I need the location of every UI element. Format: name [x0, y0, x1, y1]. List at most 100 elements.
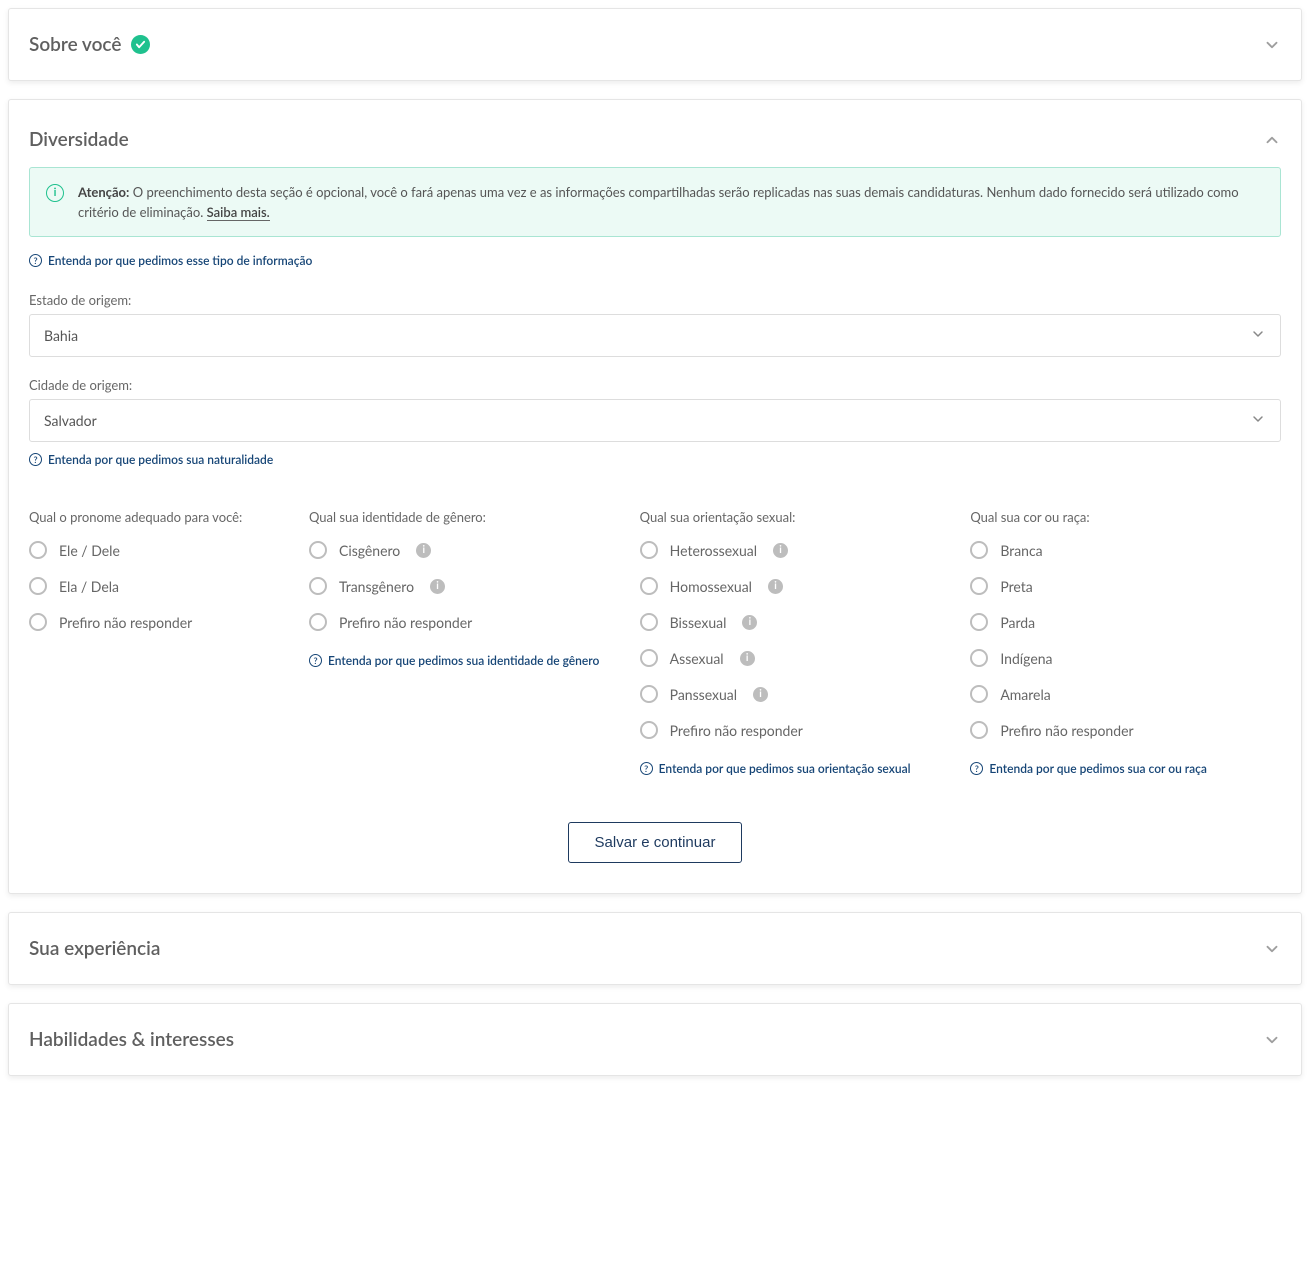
race-option[interactable]: Indígena — [970, 649, 1281, 667]
radio-icon — [970, 577, 988, 595]
tooltip-icon[interactable]: i — [430, 579, 445, 594]
info-icon: i — [46, 184, 64, 202]
info-alert-text: Atenção: O preenchimento desta seção é o… — [78, 182, 1264, 222]
info-alert-strong: Atenção: — [78, 184, 129, 200]
gender-option-label: Prefiro não responder — [339, 614, 472, 631]
learn-more-link[interactable]: Saiba mais. — [207, 204, 270, 221]
chevron-up-icon — [1263, 131, 1281, 149]
question-icon: ? — [29, 453, 42, 466]
radio-icon — [309, 541, 327, 559]
chevron-down-icon — [1263, 1031, 1281, 1049]
radio-icon — [309, 613, 327, 631]
orientation-option[interactable]: Bissexuali — [640, 613, 951, 631]
question-icon: ? — [640, 762, 653, 775]
race-option[interactable]: Branca — [970, 541, 1281, 559]
race-option[interactable]: Prefiro não responder — [970, 721, 1281, 739]
orientation-option[interactable]: Homossexual i — [640, 577, 951, 595]
tooltip-icon[interactable]: i — [416, 543, 431, 558]
radio-icon — [970, 649, 988, 667]
section-skills-header[interactable]: Habilidades & interesses — [9, 1004, 1301, 1075]
help-link-gender[interactable]: ? Entenda por que pedimos sua identidade… — [309, 653, 599, 668]
chevron-down-icon — [1263, 940, 1281, 958]
section-about-title: Sobre você — [29, 33, 150, 56]
pronoun-option[interactable]: Prefiro não responder — [29, 613, 289, 631]
orientation-option[interactable]: Prefiro não responder — [640, 721, 951, 739]
radio-icon — [970, 613, 988, 631]
race-group: Qual sua cor ou raça: Branca Preta Parda In… — [970, 509, 1281, 790]
section-experience: Sua experiência — [8, 912, 1302, 985]
question-icon: ? — [970, 762, 983, 775]
orientation-option-label: Assexual — [670, 650, 724, 667]
gender-option-label: Transgênero — [339, 578, 414, 595]
save-button[interactable]: Salvar e continuar — [568, 822, 743, 863]
check-icon — [131, 35, 150, 54]
section-skills: Habilidades & interesses — [8, 1003, 1302, 1076]
race-option-label: Preta — [1000, 578, 1032, 595]
radio-icon — [640, 649, 658, 667]
orientation-title: Qual sua orientação sexual: — [640, 509, 951, 525]
state-label: Estado de origem: — [29, 292, 1281, 308]
pronoun-group: Qual o pronome adequado para você: Ele /… — [29, 509, 289, 790]
chevron-down-icon — [1250, 411, 1266, 430]
tooltip-icon[interactable]: i — [742, 615, 757, 630]
gender-option-label: Cisgênero — [339, 542, 400, 559]
gender-option[interactable]: Prefiro não responder — [309, 613, 620, 631]
question-icon: ? — [29, 254, 42, 267]
help-link-info-type-text: Entenda por que pedimos esse tipo de inf… — [48, 253, 312, 268]
gender-group: Qual sua identidade de gênero: Cisgênero… — [309, 509, 620, 790]
info-alert: i Atenção: O preenchimento desta seção é… — [29, 167, 1281, 237]
section-about: Sobre você — [8, 8, 1302, 81]
gender-option[interactable]: Transgênero i — [309, 577, 620, 595]
help-link-race[interactable]: ? Entenda por que pedimos sua cor ou raç… — [970, 761, 1207, 776]
orientation-option[interactable]: Heterossexuali — [640, 541, 951, 559]
help-link-naturalidade[interactable]: ? Entenda por que pedimos sua naturalida… — [29, 452, 273, 467]
orientation-option[interactable]: Panssexuali — [640, 685, 951, 703]
radio-icon — [29, 577, 47, 595]
section-diversity-title: Diversidade — [29, 128, 129, 151]
tooltip-icon[interactable]: i — [753, 687, 768, 702]
race-option-label: Prefiro não responder — [1000, 722, 1133, 739]
section-about-title-text: Sobre você — [29, 33, 121, 56]
radio-icon — [640, 541, 658, 559]
section-experience-title-text: Sua experiência — [29, 937, 160, 960]
race-option-label: Branca — [1000, 542, 1042, 559]
pronoun-option[interactable]: Ele / Dele — [29, 541, 289, 559]
state-select-value: Bahia — [44, 327, 78, 344]
race-option[interactable]: Preta — [970, 577, 1281, 595]
section-experience-header[interactable]: Sua experiência — [9, 913, 1301, 984]
section-diversity-header[interactable]: Diversidade — [9, 100, 1301, 157]
city-select-value: Salvador — [44, 412, 97, 429]
help-link-info-type[interactable]: ? Entenda por que pedimos esse tipo de i… — [29, 253, 312, 268]
help-link-naturalidade-text: Entenda por que pedimos sua naturalidade — [48, 452, 273, 467]
section-about-header[interactable]: Sobre você — [9, 9, 1301, 80]
tooltip-icon[interactable]: i — [773, 543, 788, 558]
race-option-label: Indígena — [1000, 650, 1052, 667]
race-option-label: Parda — [1000, 614, 1035, 631]
orientation-option[interactable]: Assexual i — [640, 649, 951, 667]
radio-icon — [309, 577, 327, 595]
gender-option[interactable]: Cisgênero i — [309, 541, 620, 559]
state-select[interactable]: Bahia — [29, 314, 1281, 357]
radio-icon — [640, 613, 658, 631]
orientation-option-label: Prefiro não responder — [670, 722, 803, 739]
orientation-group: Qual sua orientação sexual: Heterossexua… — [640, 509, 951, 790]
radio-columns: Qual o pronome adequado para você: Ele /… — [29, 509, 1281, 790]
tooltip-icon[interactable]: i — [740, 651, 755, 666]
radio-icon — [970, 541, 988, 559]
section-skills-title-text: Habilidades & interesses — [29, 1028, 234, 1051]
pronoun-title: Qual o pronome adequado para você: — [29, 509, 289, 525]
section-diversity-body: i Atenção: O preenchimento desta seção é… — [9, 157, 1301, 893]
section-diversity-title-text: Diversidade — [29, 128, 129, 151]
race-title: Qual sua cor ou raça: — [970, 509, 1281, 525]
orientation-option-label: Homossexual — [670, 578, 752, 595]
pronoun-option[interactable]: Ela / Dela — [29, 577, 289, 595]
city-select[interactable]: Salvador — [29, 399, 1281, 442]
section-experience-title: Sua experiência — [29, 937, 160, 960]
tooltip-icon[interactable]: i — [768, 579, 783, 594]
help-link-orientation[interactable]: ? Entenda por que pedimos sua orientação… — [640, 761, 911, 776]
race-option[interactable]: Parda — [970, 613, 1281, 631]
radio-icon — [29, 541, 47, 559]
help-link-race-text: Entenda por que pedimos sua cor ou raça — [989, 761, 1207, 776]
race-option[interactable]: Amarela — [970, 685, 1281, 703]
pronoun-option-label: Prefiro não responder — [59, 614, 192, 631]
